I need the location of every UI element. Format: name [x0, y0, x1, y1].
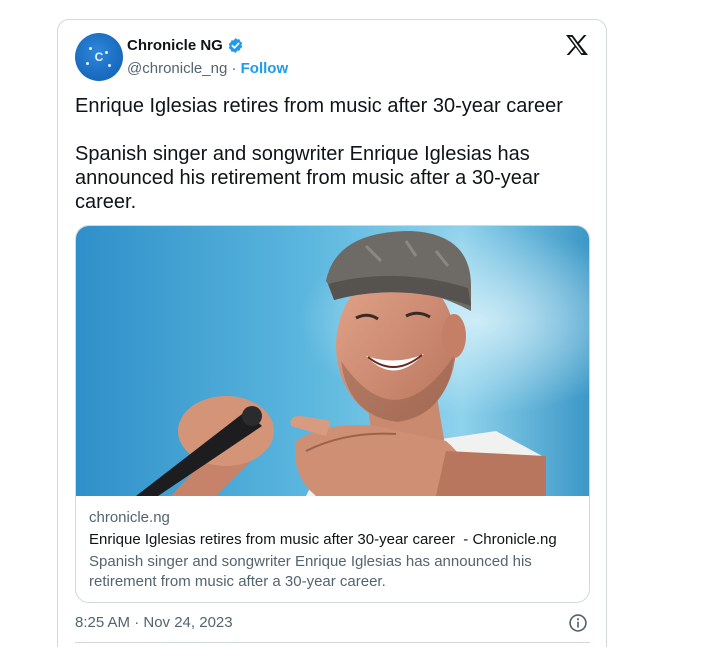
link-preview-card[interactable]: chronicle.ng Enrique Iglesias retires fr…: [75, 225, 590, 603]
author-handle[interactable]: @chronicle_ng: [127, 60, 227, 77]
author-name-row[interactable]: Chronicle NG: [127, 37, 244, 54]
card-title[interactable]: Enrique Iglesias retires from music afte…: [89, 530, 579, 550]
tweet-body: Spanish singer and songwriter Enrique Ig…: [75, 143, 540, 213]
divider: [75, 642, 590, 643]
avatar[interactable]: C: [75, 33, 123, 81]
tweet-embed[interactable]: C Chronicle NG @chronicle_ng · Follow En…: [57, 19, 607, 647]
tweet-timestamp[interactable]: 8:25 AM · Nov 24, 2023: [75, 614, 233, 631]
card-meta[interactable]: chronicle.ng Enrique Iglesias retires fr…: [89, 508, 579, 592]
avatar-letter: C: [94, 50, 104, 64]
tweet-headline: Enrique Iglesias retires from music afte…: [75, 95, 563, 117]
card-image[interactable]: [76, 226, 590, 496]
tweet-text: Enrique Iglesias retires from music afte…: [75, 94, 590, 238]
author-name[interactable]: Chronicle NG: [127, 37, 223, 54]
x-logo-icon[interactable]: [565, 34, 589, 56]
separator-dot: ·: [231, 60, 237, 77]
card-domain: chronicle.ng: [89, 509, 170, 526]
author-handle-row: @chronicle_ng · Follow: [127, 60, 288, 77]
follow-button[interactable]: Follow: [241, 60, 289, 77]
card-description: Spanish singer and songwriter Enrique Ig…: [89, 553, 532, 590]
info-icon[interactable]: [568, 613, 588, 633]
verified-badge-icon: [228, 38, 243, 53]
